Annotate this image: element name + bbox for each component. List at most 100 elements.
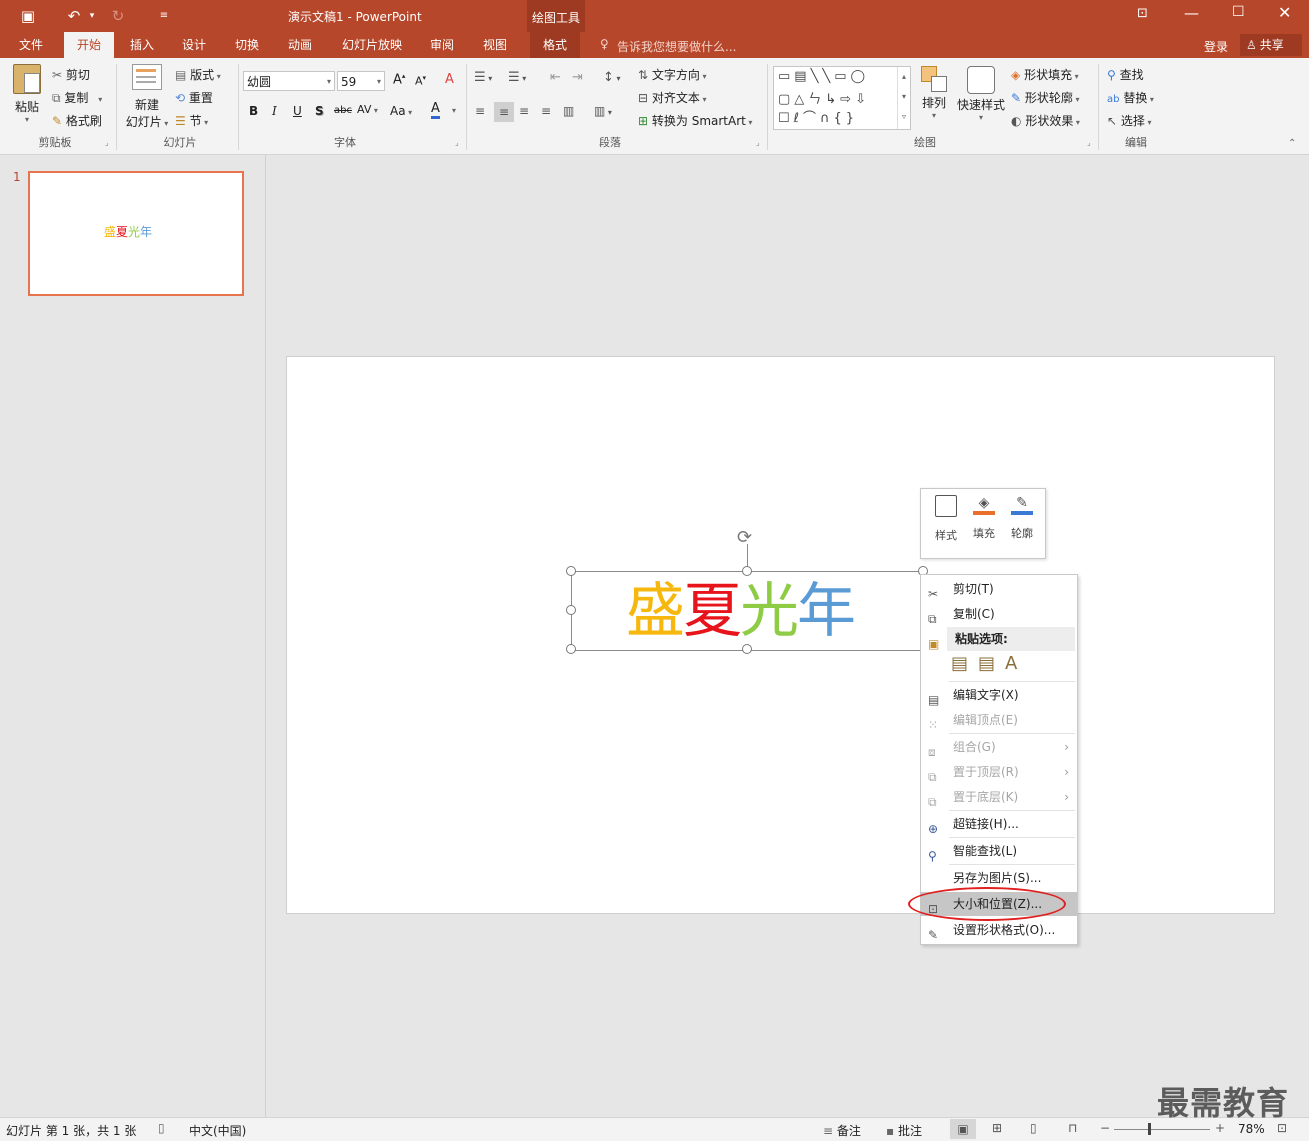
strikethrough-button[interactable]: abc: [334, 105, 352, 116]
outline-button[interactable]: ✎ 轮廓: [1005, 495, 1039, 541]
format-painter-button[interactable]: ✎ 格式刷: [52, 112, 102, 129]
shadow-button[interactable]: S: [315, 104, 324, 118]
save-icon[interactable]: ▣: [16, 4, 40, 28]
decrease-indent-icon[interactable]: ⇤: [550, 70, 561, 85]
maximize-icon[interactable]: ☐: [1232, 4, 1245, 20]
grow-font-icon[interactable]: A▴: [393, 72, 405, 87]
align-center-icon[interactable]: ≡: [494, 102, 514, 122]
find-button[interactable]: ⚲ 查找: [1107, 66, 1144, 83]
char-spacing-button[interactable]: AV ▾: [357, 103, 378, 116]
new-slide-button[interactable]: 新建 幻灯片 ▾: [124, 64, 170, 130]
increase-indent-icon[interactable]: ⇥: [572, 70, 583, 85]
normal-view-icon[interactable]: ▣: [950, 1119, 976, 1139]
layout-button[interactable]: ▤ 版式 ▾: [175, 66, 221, 83]
zoom-slider-track[interactable]: [1114, 1129, 1210, 1130]
tab-design[interactable]: 设计: [172, 32, 216, 58]
shape-outline-button[interactable]: ✎ 形状轮廓 ▾: [1011, 89, 1079, 106]
paste-keep-text-icon[interactable]: A: [1005, 653, 1027, 674]
paste-button[interactable]: 粘贴 ▾: [12, 64, 42, 124]
select-button[interactable]: ↖ 选择 ▾: [1107, 112, 1151, 129]
bullets-icon[interactable]: ☰ ▾: [474, 70, 492, 85]
tab-insert[interactable]: 插入: [120, 32, 164, 58]
cut-button[interactable]: ✂ 剪切: [52, 66, 90, 83]
numbering-icon[interactable]: ☰ ▾: [508, 70, 526, 85]
shrink-font-icon[interactable]: A▾: [415, 74, 426, 88]
share-button[interactable]: ♙ 共享: [1240, 34, 1302, 56]
menu-item-smart-lookup[interactable]: ⚲ 智能查找(L): [921, 839, 1077, 863]
resize-handle[interactable]: [566, 605, 576, 615]
paste-use-destination-icon[interactable]: ▤: [951, 653, 978, 674]
section-button[interactable]: ☰ 节 ▾: [175, 112, 208, 129]
clear-formatting-icon[interactable]: A: [445, 72, 454, 87]
notes-button[interactable]: ≡ 备注: [823, 1122, 861, 1139]
font-color-icon[interactable]: A: [431, 102, 440, 119]
menu-item-copy[interactable]: ⧉ 复制(C): [921, 602, 1077, 626]
align-left-icon[interactable]: ≡: [475, 104, 485, 118]
slide-title-text[interactable]: 盛夏光年: [626, 580, 856, 642]
tab-slideshow[interactable]: 幻灯片放映: [336, 32, 408, 58]
rotate-handle-icon[interactable]: ⟳: [737, 527, 752, 548]
selected-text-box[interactable]: 盛夏光年: [571, 571, 925, 651]
language[interactable]: 中文(中国): [189, 1122, 246, 1139]
slide-thumbnail[interactable]: 盛夏光年: [28, 171, 244, 296]
paste-keep-source-icon[interactable]: ▤: [978, 653, 1005, 674]
dialog-launcher-icon[interactable]: ⌟: [756, 138, 760, 147]
tab-transitions[interactable]: 切换: [225, 32, 269, 58]
change-case-button[interactable]: Aa ▾: [390, 104, 412, 118]
dialog-launcher-icon[interactable]: ⌟: [455, 138, 459, 147]
bold-button[interactable]: B: [249, 104, 258, 118]
dialog-launcher-icon[interactable]: ⌟: [1087, 138, 1091, 147]
reading-view-icon[interactable]: ▯: [1030, 1121, 1037, 1135]
resize-handle[interactable]: [742, 644, 752, 654]
underline-button[interactable]: U: [293, 104, 302, 118]
quick-styles-button[interactable]: 快速样式 ▾: [955, 66, 1007, 122]
resize-handle[interactable]: [566, 644, 576, 654]
tab-format[interactable]: 格式: [530, 32, 580, 58]
menu-item-hyperlink[interactable]: ⊕ 超链接(H)...: [921, 812, 1077, 836]
justify-icon[interactable]: ≡: [541, 104, 551, 118]
menu-item-edit-text[interactable]: ▤ 编辑文字(X): [921, 683, 1077, 707]
text-direction-button[interactable]: ⇅ 文字方向 ▾: [638, 66, 706, 83]
undo-dropdown-icon[interactable]: ▾: [80, 4, 104, 28]
reset-button[interactable]: ⟲ 重置: [175, 89, 213, 106]
shapes-gallery[interactable]: ▭▤╲╲▭◯ ▢△ㄣ↳⇨⇩ ☐ℓ⌒∩{} ▴ ▾ ▿: [773, 66, 911, 130]
font-name-select[interactable]: 幼圆 ▾: [243, 71, 335, 91]
tab-file[interactable]: 文件: [8, 32, 54, 58]
comments-button[interactable]: ▪ 批注: [886, 1122, 922, 1139]
tab-animations[interactable]: 动画: [278, 32, 322, 58]
copy-button[interactable]: ⧉ 复制 ▾: [52, 89, 102, 106]
slideshow-icon[interactable]: ⊓: [1068, 1121, 1077, 1135]
collapse-ribbon-icon[interactable]: ⌃: [1288, 138, 1296, 149]
minimize-icon[interactable]: —: [1184, 4, 1199, 22]
resize-handle[interactable]: [566, 566, 576, 576]
distributed-icon[interactable]: ▥: [563, 104, 574, 118]
align-right-icon[interactable]: ≡: [519, 104, 529, 118]
tab-view[interactable]: 视图: [473, 32, 517, 58]
line-spacing-icon[interactable]: ↕ ▾: [603, 70, 620, 85]
login-link[interactable]: 登录: [1204, 38, 1228, 55]
menu-item-format-shape[interactable]: ✎ 设置形状格式(O)...: [921, 918, 1077, 942]
tab-home[interactable]: 开始: [64, 32, 114, 58]
zoom-level[interactable]: 78%: [1238, 1122, 1265, 1136]
shape-fill-button[interactable]: ◈ 形状填充 ▾: [1011, 66, 1079, 83]
customize-qat-icon[interactable]: ≡: [152, 4, 176, 28]
font-color-dropdown-icon[interactable]: ▾: [452, 106, 456, 115]
gallery-scroll[interactable]: ▴ ▾ ▿: [897, 67, 910, 129]
spellcheck-icon[interactable]: ▯: [158, 1121, 165, 1135]
style-button[interactable]: 样式: [929, 495, 963, 543]
tab-review[interactable]: 审阅: [420, 32, 464, 58]
dialog-launcher-icon[interactable]: ⌟: [105, 138, 109, 147]
resize-handle[interactable]: [742, 566, 752, 576]
zoom-out-icon[interactable]: −: [1100, 1121, 1110, 1135]
ribbon-display-icon[interactable]: ⊡: [1137, 6, 1148, 21]
align-text-button[interactable]: ⊟ 对齐文本 ▾: [638, 89, 706, 106]
smartart-button[interactable]: ⊞ 转换为 SmartArt ▾: [638, 112, 752, 129]
close-icon[interactable]: ✕: [1278, 3, 1291, 22]
italic-button[interactable]: I: [272, 104, 277, 118]
tell-me-input[interactable]: 告诉我您想要做什么...: [617, 38, 736, 55]
menu-item-cut[interactable]: ✂ 剪切(T): [921, 577, 1077, 601]
shape-effects-button[interactable]: ◐ 形状效果 ▾: [1011, 112, 1080, 129]
columns-icon[interactable]: ▥ ▾: [594, 104, 612, 118]
replace-button[interactable]: ab 替换 ▾: [1107, 89, 1154, 106]
font-size-select[interactable]: 59 ▾: [337, 71, 385, 91]
